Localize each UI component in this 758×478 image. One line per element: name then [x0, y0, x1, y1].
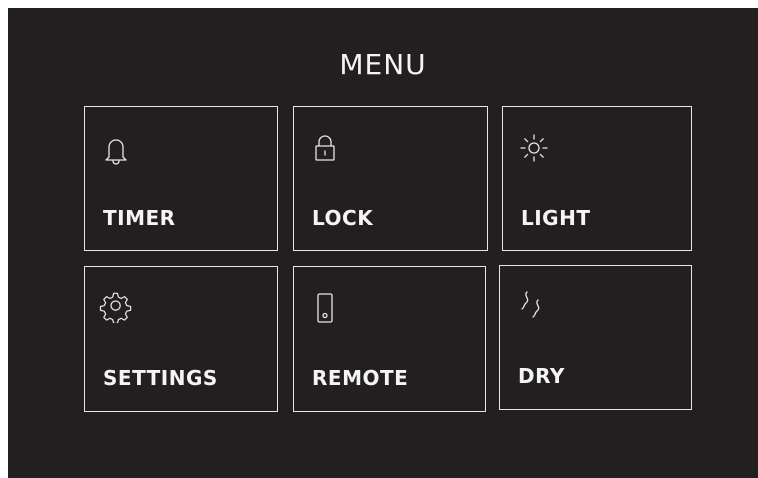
lock-label: LOCK	[312, 206, 374, 230]
lock-icon	[315, 135, 335, 161]
light-label: LIGHT	[521, 206, 591, 230]
remote-tile[interactable]: REMOTE	[293, 266, 486, 412]
bell-icon	[105, 139, 127, 165]
dry-label: DRY	[518, 364, 565, 388]
timer-tile[interactable]: TIMER	[84, 106, 278, 251]
lock-tile[interactable]: LOCK	[293, 106, 488, 251]
timer-label: TIMER	[103, 206, 176, 230]
settings-label: SETTINGS	[103, 366, 218, 390]
menu-title: MENU	[339, 48, 427, 81]
menu-screen: MENU TIMER LOCK LIGHT SETTINGS REMOTE DR…	[8, 8, 758, 478]
dry-tile[interactable]: DRY	[499, 265, 692, 410]
settings-tile[interactable]: SETTINGS	[84, 266, 278, 412]
wavy-lines-icon	[521, 291, 540, 318]
light-tile[interactable]: LIGHT	[502, 106, 692, 251]
gear-icon	[99, 292, 132, 323]
sun-icon	[520, 134, 548, 162]
phone-icon	[317, 293, 333, 323]
remote-label: REMOTE	[312, 366, 409, 390]
